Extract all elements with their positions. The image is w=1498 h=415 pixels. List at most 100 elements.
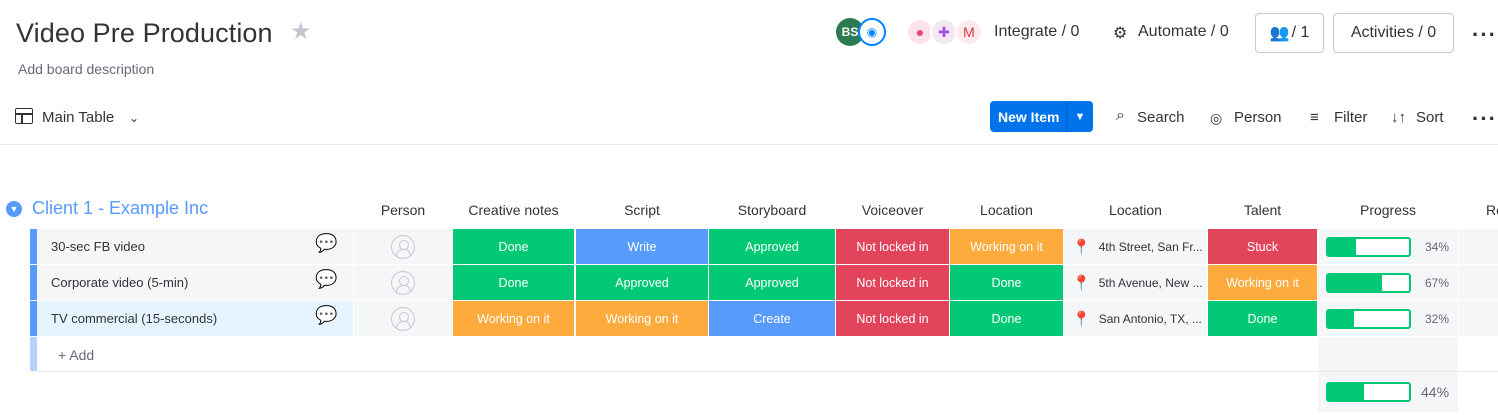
status-cell[interactable]: Done [950, 301, 1063, 336]
column-header-person[interactable]: Person [354, 202, 452, 218]
members-icon: 👥 [1269, 25, 1290, 42]
progress-value: 67% [1425, 275, 1450, 290]
status-cell[interactable]: Not locked in [836, 301, 949, 336]
group-title[interactable]: Client 1 - Example Inc [32, 198, 208, 219]
automate-button[interactable]: Automate / 0 [1138, 23, 1229, 41]
collapse-group-icon[interactable]: ▼ [6, 201, 22, 217]
integrate-button[interactable]: Integrate / 0 [994, 23, 1079, 41]
progress-fill [1328, 310, 1354, 327]
map-pin-icon: 📍 [1072, 238, 1091, 256]
robot-icon[interactable]: ⚙ [1113, 23, 1127, 43]
table-row-name[interactable]: TV commercial (15-seconds) [37, 301, 353, 336]
slack-icon[interactable]: ✚ [930, 18, 958, 46]
new-item-label: New Item [998, 108, 1060, 125]
column-header-storyboard[interactable]: Storyboard [709, 202, 835, 218]
favorite-star-icon[interactable]: ★ [290, 20, 312, 44]
more-menu-icon[interactable]: ··· [1472, 22, 1497, 48]
board-title[interactable]: Video Pre Production [16, 18, 273, 49]
divider [0, 144, 1498, 145]
comment-icon[interactable]: 💬 [315, 233, 337, 254]
progress-bar [1326, 308, 1411, 329]
person-cell[interactable] [354, 301, 452, 336]
search-button[interactable]: Search [1137, 109, 1185, 126]
location-cell[interactable]: 📍 4th Street, San Fr... [1064, 229, 1207, 264]
status-cell[interactable]: Approved [576, 265, 708, 300]
view-selector[interactable]: Main Table [42, 109, 114, 126]
comment-icon[interactable]: 💬 [315, 305, 337, 326]
status-cell[interactable]: Done [453, 229, 574, 264]
activities-button[interactable]: Activities / 0 [1333, 13, 1454, 53]
location-text: 4th Street, San Fr... [1098, 239, 1203, 254]
status-cell[interactable]: Working on it [950, 229, 1063, 264]
row-color-bar [30, 229, 37, 264]
status-cell[interactable]: Done [950, 265, 1063, 300]
column-header-progress[interactable]: Progress [1318, 202, 1458, 218]
status-cell[interactable]: Approved [709, 229, 835, 264]
gmail-icon[interactable]: M [955, 18, 983, 46]
column-header-talent[interactable]: Talent [1208, 202, 1317, 218]
status-cell[interactable]: Write [576, 229, 708, 264]
column-header-script[interactable]: Script [576, 202, 708, 218]
row-color-bar [30, 265, 37, 300]
progress-bar [1326, 382, 1411, 402]
status-cell[interactable]: Done [1208, 301, 1317, 336]
location-cell[interactable]: 📍 San Antonio, TX, ... [1064, 301, 1207, 336]
cut-off-cell [1459, 265, 1498, 300]
chevron-down-icon[interactable]: ⌄ [129, 111, 139, 125]
map-pin-icon: 📍 [1072, 310, 1091, 328]
person-cell[interactable] [354, 229, 452, 264]
filter-button[interactable]: Filter [1334, 109, 1367, 126]
members-count: / 1 [1291, 24, 1310, 41]
cut-off-cell [1459, 301, 1498, 336]
new-item-button[interactable]: New Item ▼ [990, 101, 1093, 132]
more-menu-icon[interactable]: ··· [1472, 106, 1497, 132]
column-header-location-status[interactable]: Location [950, 202, 1063, 218]
status-cell[interactable]: Working on it [1208, 265, 1317, 300]
table-view-icon [15, 108, 33, 124]
add-row-progress-cell [1318, 337, 1458, 371]
filter-icon: ≡ [1310, 109, 1319, 126]
person-cell[interactable] [354, 265, 452, 300]
location-cell[interactable]: 📍 5th Avenue, New ... [1064, 265, 1207, 300]
status-cell[interactable]: Done [453, 265, 574, 300]
members-button[interactable]: 👥 / 1 [1255, 13, 1324, 53]
status-cell[interactable]: Working on it [453, 301, 574, 336]
watch-icon[interactable]: ◉ [858, 18, 886, 46]
add-row-bar [30, 337, 37, 371]
map-pin-icon: 📍 [1072, 274, 1091, 292]
status-cell[interactable]: Create [709, 301, 835, 336]
status-cell[interactable]: Not locked in [836, 265, 949, 300]
progress-summary: 44% [1318, 372, 1458, 412]
progress-value: 32% [1425, 311, 1450, 326]
table-row-name[interactable]: Corporate video (5-min) [37, 265, 353, 300]
column-header-cut[interactable]: Re [1486, 202, 1498, 218]
status-cell[interactable]: Not locked in [836, 229, 949, 264]
progress-fill [1328, 384, 1364, 400]
column-header-location[interactable]: Location [1064, 202, 1207, 218]
person-icon [391, 306, 415, 331]
status-cell[interactable]: Approved [709, 265, 835, 300]
chevron-down-icon[interactable]: ▼ [1067, 111, 1093, 123]
column-header-voiceover[interactable]: Voiceover [836, 202, 949, 218]
progress-cell: 32% [1318, 301, 1458, 336]
divider [37, 371, 1498, 372]
search-icon: ⌕ [1116, 107, 1125, 124]
comment-icon[interactable]: 💬 [315, 269, 337, 290]
column-header-creative-notes[interactable]: Creative notes [453, 202, 574, 218]
table-row-name[interactable]: 30-sec FB video [37, 229, 353, 264]
board-description[interactable]: Add board description [18, 61, 154, 77]
person-icon [391, 270, 415, 295]
cut-off-cell [1459, 229, 1498, 264]
progress-value: 34% [1425, 239, 1450, 254]
progress-fill [1328, 238, 1356, 255]
row-color-bar [30, 301, 37, 336]
progress-value: 44% [1421, 384, 1450, 400]
person-filter-button[interactable]: Person [1234, 109, 1282, 126]
status-cell[interactable]: Stuck [1208, 229, 1317, 264]
progress-cell: 34% [1318, 229, 1458, 264]
sort-icon: ↓↑ [1391, 109, 1406, 126]
location-text: San Antonio, TX, ... [1098, 311, 1202, 326]
add-item-button[interactable]: + Add [58, 347, 94, 363]
sort-button[interactable]: Sort [1416, 109, 1444, 126]
status-cell[interactable]: Working on it [576, 301, 708, 336]
